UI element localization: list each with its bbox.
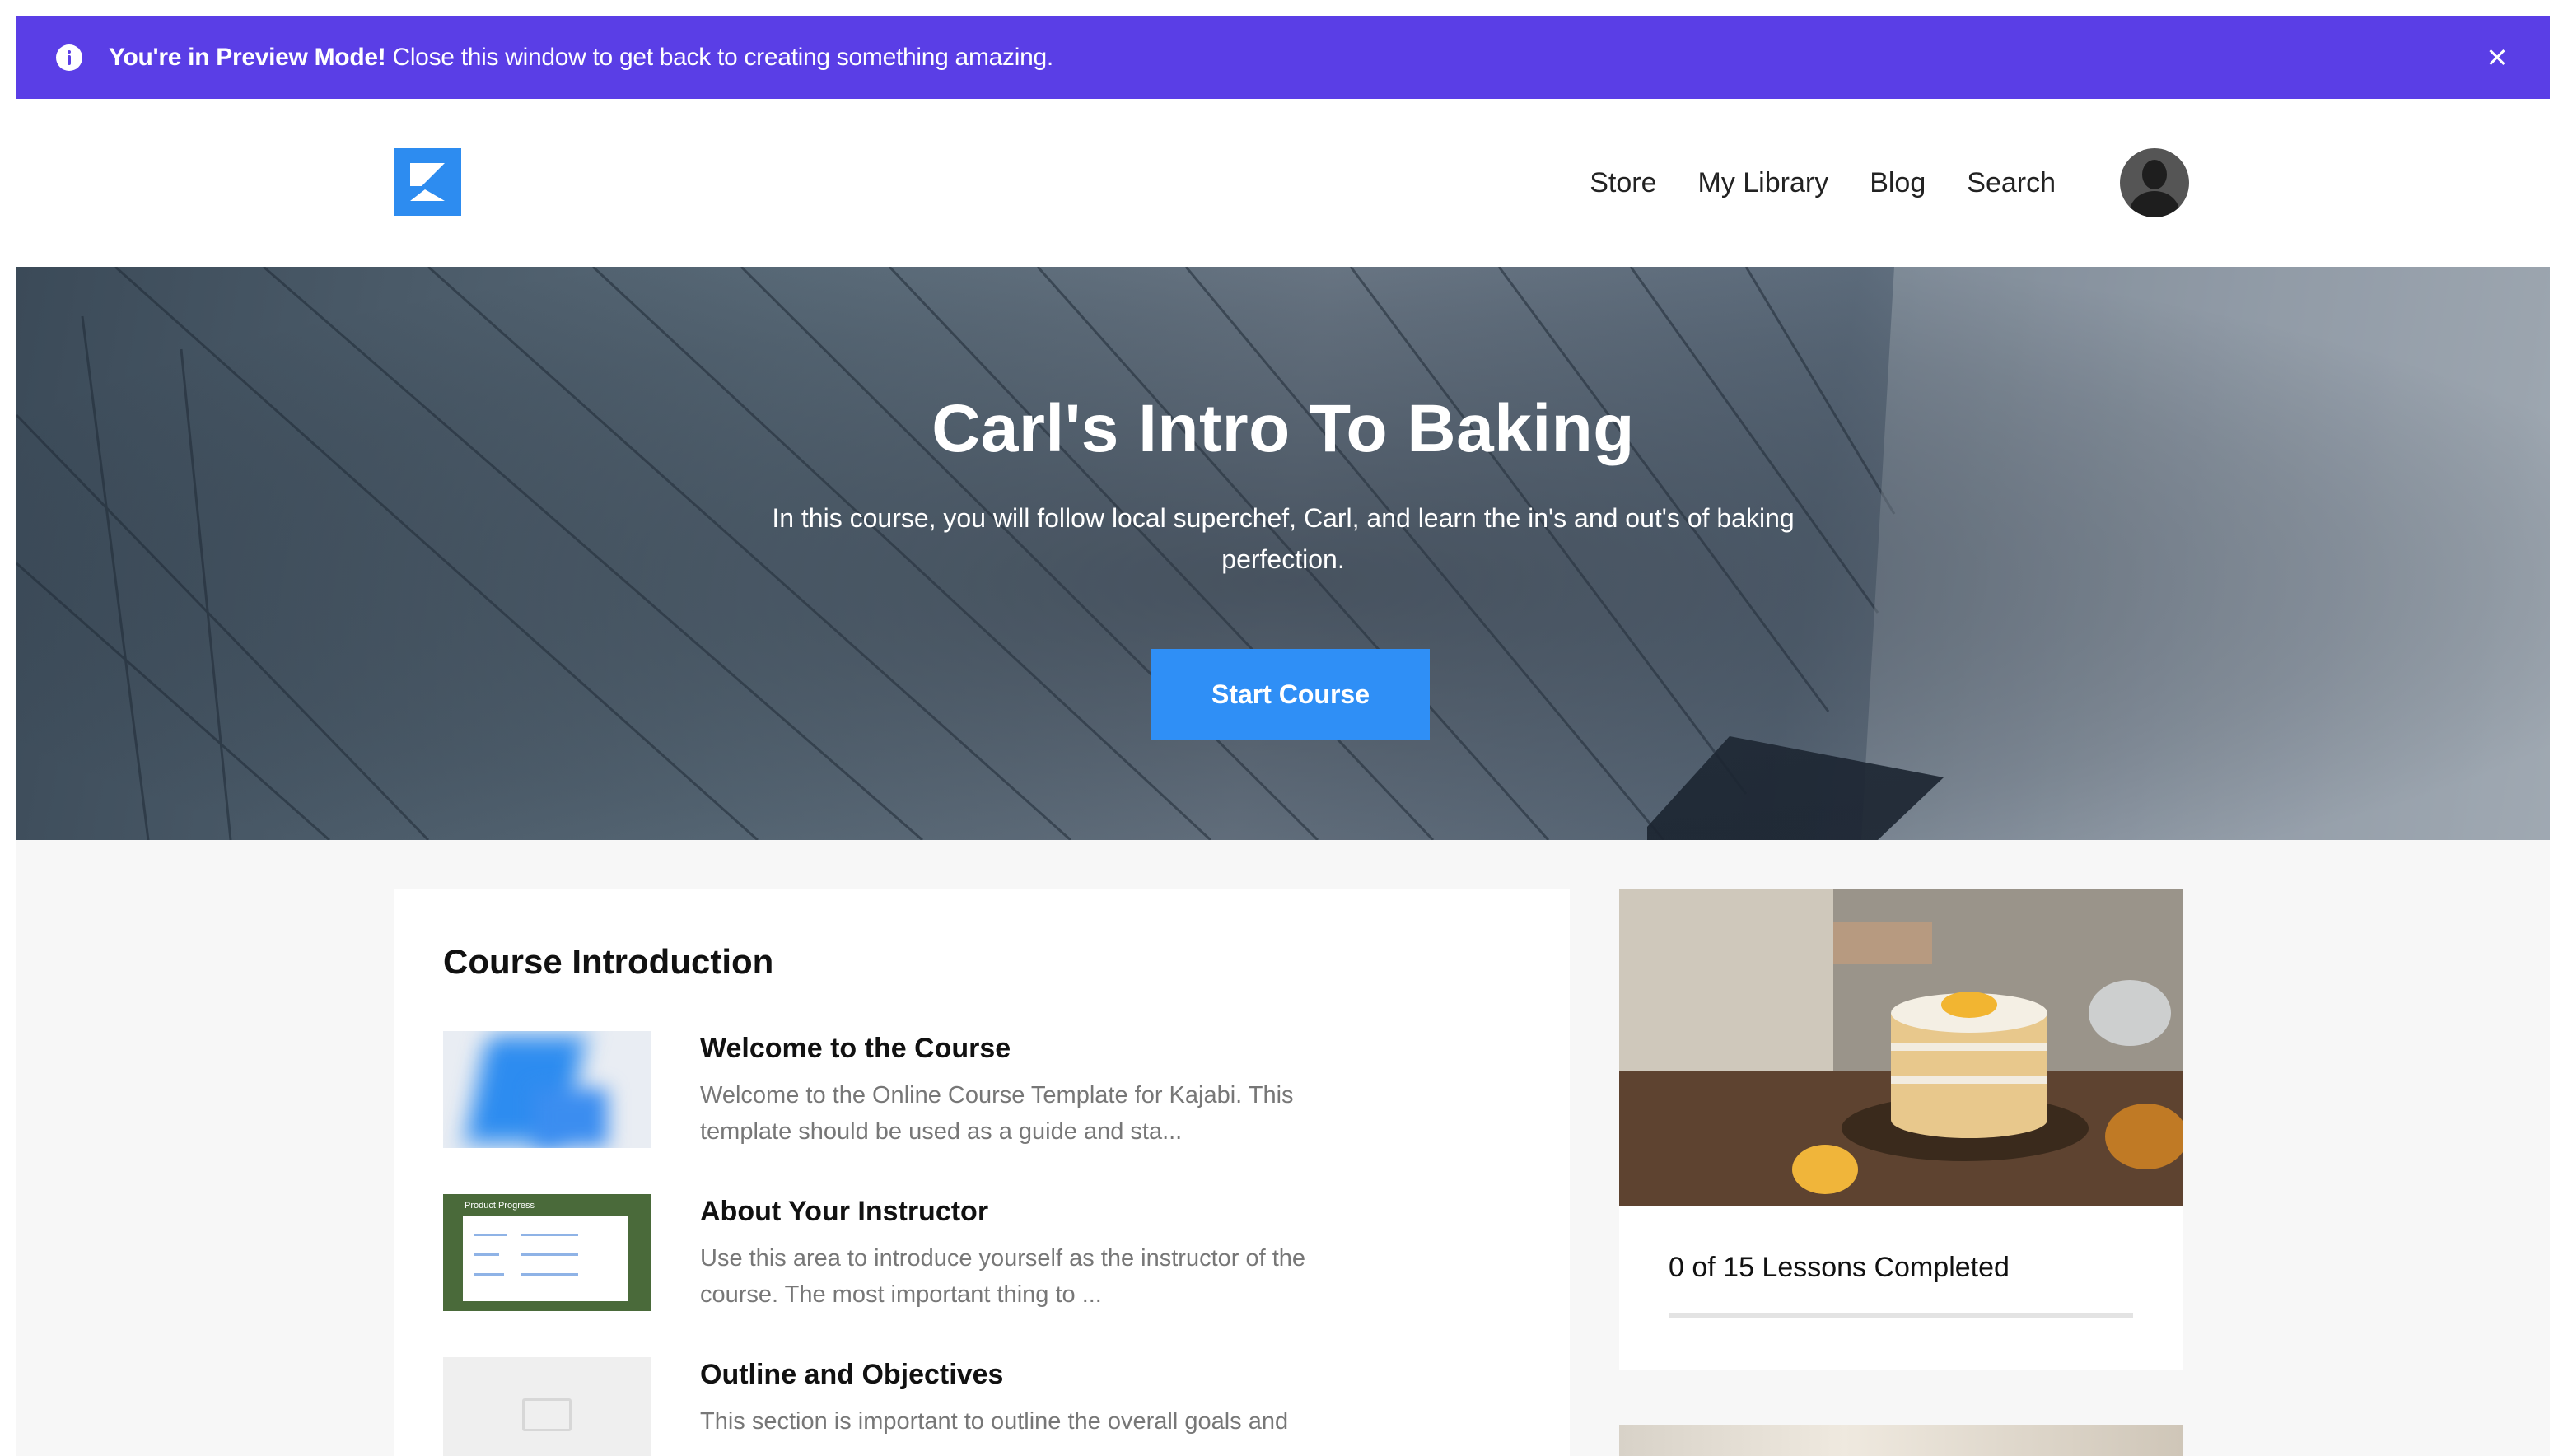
lesson-title: Outline and Objectives	[700, 1359, 1004, 1390]
lesson-item[interactable]: Welcome to the Course Welcome to the Onl…	[443, 1031, 1514, 1179]
kajabi-logo[interactable]	[394, 148, 461, 216]
course-title: Carl's Intro To Baking	[931, 391, 1635, 466]
secondary-card	[1619, 1425, 2183, 1456]
lesson-item[interactable]: Outline and Objectives This section is i…	[443, 1357, 1514, 1456]
nav-search[interactable]: Search	[1967, 167, 2056, 199]
lesson-thumbnail: Product Progress	[443, 1194, 651, 1311]
preview-banner-text: You're in Preview Mode! Close this windo…	[109, 41, 1053, 74]
course-cover-image	[1619, 889, 2183, 1206]
nav-blog[interactable]: Blog	[1870, 167, 1926, 199]
preview-banner-message: Close this window to get back to creatin…	[385, 44, 1053, 71]
logo-icon	[410, 163, 445, 201]
start-course-button[interactable]: Start Course	[1151, 649, 1430, 740]
lesson-thumbnail	[443, 1357, 651, 1456]
lessons-completed-text: 0 of 15 Lessons Completed	[1669, 1252, 2010, 1283]
lesson-description: Welcome to the Online Course Template fo…	[700, 1082, 1294, 1145]
lesson-item[interactable]: Product Progress About Your Instructor U…	[443, 1194, 1514, 1342]
user-avatar[interactable]	[2120, 148, 2189, 217]
hero-section: Carl's Intro To Baking In this course, y…	[16, 267, 2550, 840]
nav-my-library[interactable]: My Library	[1698, 167, 1829, 199]
course-progress-card: 0 of 15 Lessons Completed	[1619, 889, 2183, 1370]
preview-mode-banner: You're in Preview Mode! Close this windo…	[16, 16, 2550, 99]
course-outline-card: Course Introduction Welcome to the Cours…	[394, 889, 1570, 1456]
page-frame: You're in Preview Mode! Close this windo…	[16, 16, 2550, 1456]
close-icon[interactable]	[2481, 41, 2514, 74]
module-heading: Course Introduction	[443, 942, 774, 981]
lesson-title: About Your Instructor	[700, 1196, 989, 1227]
lesson-title: Welcome to the Course	[700, 1033, 1011, 1064]
cake-photo	[1619, 889, 2183, 1206]
lesson-description: Use this area to introduce yourself as t…	[700, 1245, 1306, 1308]
course-description: In this course, you will follow local su…	[772, 503, 1795, 574]
progress-bar	[1669, 1313, 2133, 1318]
nav-store[interactable]: Store	[1590, 167, 1656, 199]
lesson-thumbnail	[443, 1031, 651, 1148]
lesson-description: This section is important to outline the…	[700, 1408, 1289, 1435]
image-placeholder-icon	[522, 1398, 572, 1431]
site-header: Store My Library Blog Search	[16, 99, 2550, 267]
preview-banner-bold: You're in Preview Mode!	[109, 44, 386, 71]
info-icon	[56, 44, 82, 71]
main-nav: Store My Library Blog Search	[1590, 158, 2056, 208]
thumbnail-label: Product Progress	[465, 1201, 535, 1211]
secondary-card-image	[1619, 1425, 2183, 1456]
